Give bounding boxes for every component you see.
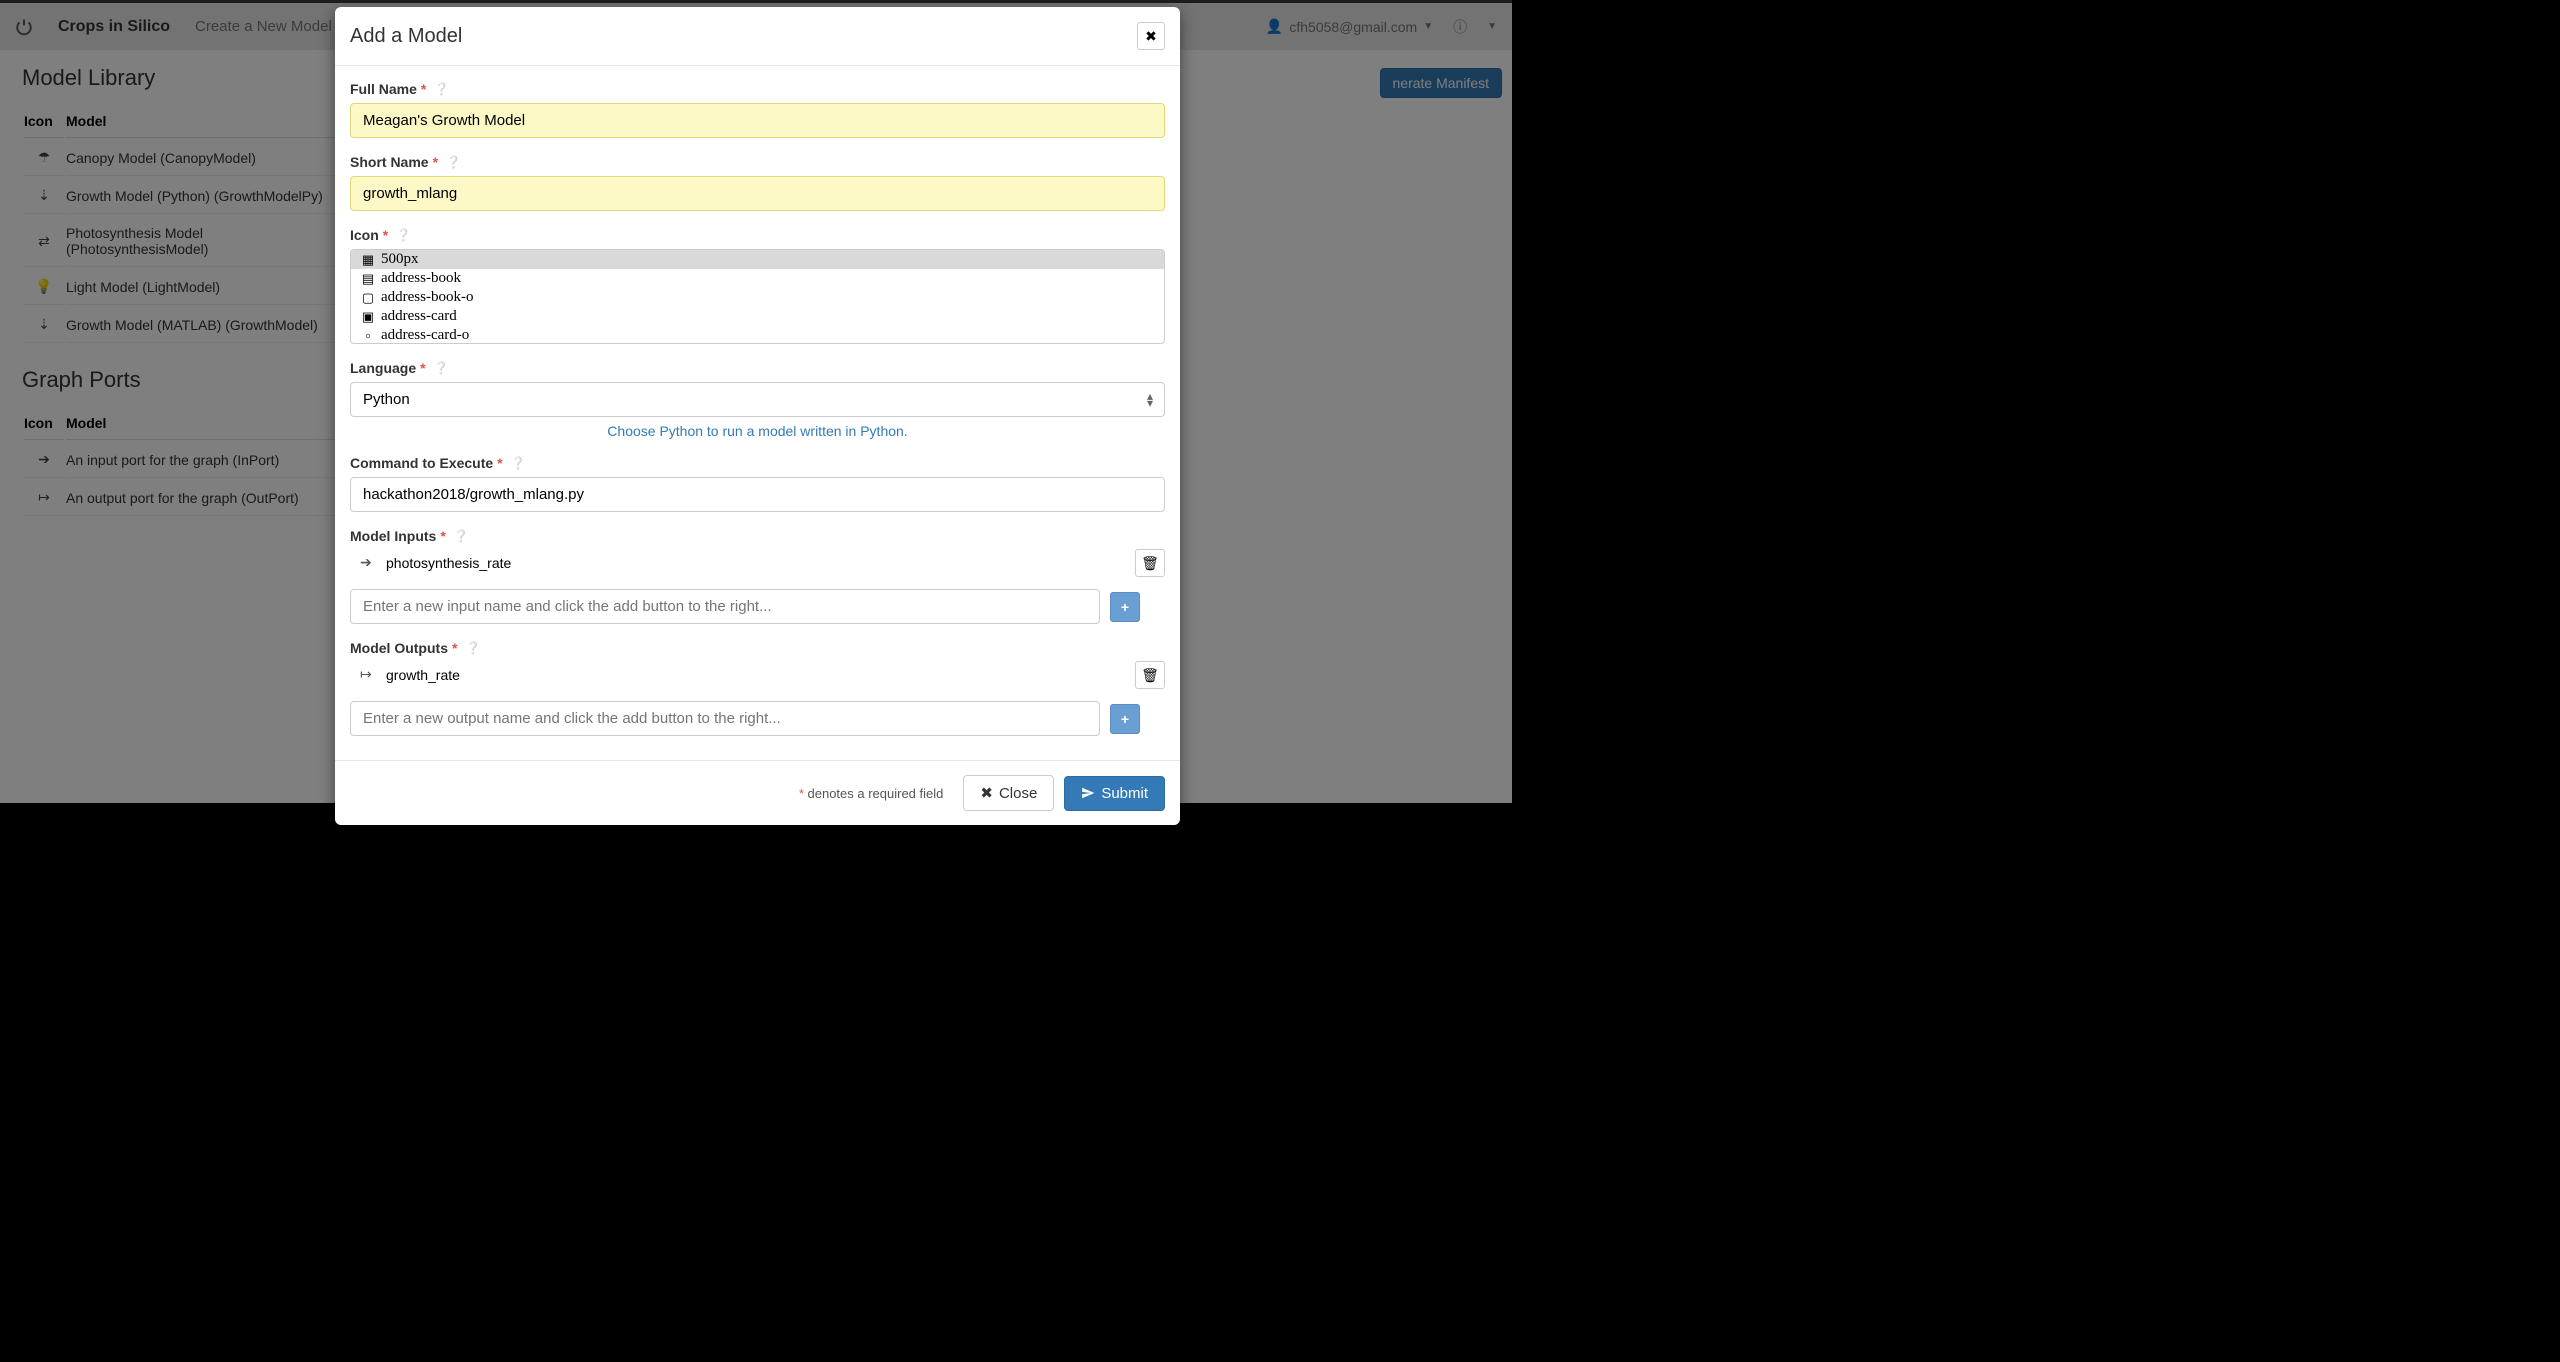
model-label: Growth Model (MATLAB) (GrowthModel) <box>66 307 343 343</box>
chevron-down-icon[interactable]: ▼ <box>1487 21 1497 32</box>
icon-option-label: address-card-o <box>381 327 469 344</box>
port-row[interactable]: ➔An input port for the graph (InPort) <box>24 442 343 478</box>
model-row[interactable]: ☂Canopy Model (CanopyModel) <box>24 140 343 176</box>
icon-option[interactable]: ▢ address-book-o <box>351 288 1164 307</box>
help-icon[interactable]: ❔ <box>396 228 411 242</box>
send-icon <box>1081 786 1095 800</box>
submit-button[interactable]: Submit <box>1064 776 1165 811</box>
icon-select-list[interactable]: ▦ 500px ▤ address-book ▢ address-book-o ▣ addre… <box>350 249 1165 344</box>
short-name-label: Short Name* ❔ <box>350 154 1165 170</box>
col-icon: Icon <box>24 105 64 138</box>
model-icon: ⇣ <box>24 178 64 214</box>
output-name: growth_rate <box>386 667 460 683</box>
input-name: photosynthesis_rate <box>386 555 511 571</box>
model-icon: ⇄ <box>24 216 64 267</box>
model-label: Light Model (LightModel) <box>66 269 343 305</box>
user-menu[interactable]: 👤 cfh5058@gmail.com ▼ <box>1266 18 1433 35</box>
modal-footer: * denotes a required field ✖ Close Submi… <box>335 760 1180 825</box>
delete-output-button[interactable]: 🗑 <box>1135 661 1165 689</box>
modal-header: Add a Model ✖ <box>335 7 1180 66</box>
add-output-button[interactable]: + <box>1110 704 1140 734</box>
help-icon[interactable]: ❔ <box>434 82 449 96</box>
sidebar: Model Library Icon Model ☂Canopy Model (… <box>0 50 345 803</box>
model-row[interactable]: ⇣Growth Model (MATLAB) (GrowthModel) <box>24 307 343 343</box>
model-icon: ☂ <box>24 140 64 176</box>
fa-icon: ▫ <box>361 328 375 343</box>
add-model-modal: Add a Model ✖ Full Name* ❔ Short Name* ❔… <box>335 7 1180 825</box>
icon-option-label: address-book-o <box>381 289 473 306</box>
close-button[interactable]: ✖ Close <box>963 775 1054 811</box>
brand-title[interactable]: Crops in Silico <box>58 18 170 36</box>
model-label: Photosynthesis Model (PhotosynthesisMode… <box>66 216 343 267</box>
port-label: An output port for the graph (OutPort) <box>66 480 343 516</box>
user-email: cfh5058@gmail.com <box>1289 19 1417 35</box>
col-model: Model <box>66 105 343 138</box>
port-icon: ➔ <box>24 442 64 478</box>
fa-icon: ▣ <box>361 309 375 325</box>
icon-option-label: 500px <box>381 251 419 268</box>
model-library-title: Model Library <box>22 65 345 91</box>
model-icon: ⇣ <box>24 307 64 343</box>
col-icon: Icon <box>24 407 64 440</box>
full-name-label: Full Name* ❔ <box>350 81 1165 97</box>
new-input-field[interactable] <box>350 589 1100 624</box>
port-row[interactable]: ↦An output port for the graph (OutPort) <box>24 480 343 516</box>
help-icon[interactable]: ❔ <box>511 456 526 470</box>
help-icon[interactable]: ⓘ <box>1453 17 1467 37</box>
fa-icon: ▦ <box>361 252 375 268</box>
icon-option[interactable]: ▦ 500px <box>351 250 1164 269</box>
new-output-field[interactable] <box>350 701 1100 736</box>
icon-option[interactable]: ▫ address-card-o <box>351 326 1164 344</box>
modal-title: Add a Model <box>350 25 462 48</box>
fa-icon: ▢ <box>361 290 375 306</box>
output-icon: ↦ <box>360 666 376 683</box>
full-name-input[interactable] <box>350 103 1165 138</box>
fa-icon: ▤ <box>361 271 375 287</box>
model-library-table: Icon Model ☂Canopy Model (CanopyModel)⇣G… <box>22 103 345 345</box>
required-footnote: * denotes a required field <box>799 786 944 801</box>
inputs-label: Model Inputs* ❔ <box>350 528 1165 544</box>
port-icon: ↦ <box>24 480 64 516</box>
power-icon[interactable] <box>15 18 33 36</box>
model-row[interactable]: 💡Light Model (LightModel) <box>24 269 343 305</box>
nav-create-model[interactable]: Create a New Model <box>195 18 332 35</box>
language-select[interactable] <box>350 382 1165 417</box>
close-icon: ✖ <box>980 784 993 802</box>
icon-option[interactable]: ▤ address-book <box>351 269 1164 288</box>
graph-ports-table: Icon Model ➔An input port for the graph … <box>22 405 345 518</box>
user-icon: 👤 <box>1266 18 1283 35</box>
help-icon[interactable]: ❔ <box>434 361 449 375</box>
chevron-down-icon: ▼ <box>1423 21 1433 32</box>
icon-label: Icon* ❔ <box>350 227 1165 243</box>
col-model: Model <box>66 407 343 440</box>
language-help-text: Choose Python to run a model written in … <box>350 423 1165 439</box>
outputs-label: Model Outputs* ❔ <box>350 640 1165 656</box>
icon-option[interactable]: ▣ address-card <box>351 307 1164 326</box>
language-label: Language* ❔ <box>350 360 1165 376</box>
help-icon[interactable]: ❔ <box>454 529 469 543</box>
close-icon-button[interactable]: ✖ <box>1137 22 1165 50</box>
help-icon[interactable]: ❔ <box>465 641 480 655</box>
graph-ports-title: Graph Ports <box>22 367 345 393</box>
model-row[interactable]: ⇣Growth Model (Python) (GrowthModelPy) <box>24 178 343 214</box>
model-row[interactable]: ⇄Photosynthesis Model (PhotosynthesisMod… <box>24 216 343 267</box>
model-label: Growth Model (Python) (GrowthModelPy) <box>66 178 343 214</box>
command-label: Command to Execute* ❔ <box>350 455 1165 471</box>
icon-option-label: address-card <box>381 308 457 325</box>
command-input[interactable] <box>350 477 1165 512</box>
delete-input-button[interactable]: 🗑 <box>1135 549 1165 577</box>
input-icon: ➔ <box>360 554 376 571</box>
add-input-button[interactable]: + <box>1110 592 1140 622</box>
short-name-input[interactable] <box>350 176 1165 211</box>
model-label: Canopy Model (CanopyModel) <box>66 140 343 176</box>
port-label: An input port for the graph (InPort) <box>66 442 343 478</box>
icon-option-label: address-book <box>381 270 461 287</box>
model-icon: 💡 <box>24 269 64 305</box>
generate-manifest-button[interactable]: nerate Manifest <box>1380 68 1503 98</box>
help-icon[interactable]: ❔ <box>446 155 461 169</box>
